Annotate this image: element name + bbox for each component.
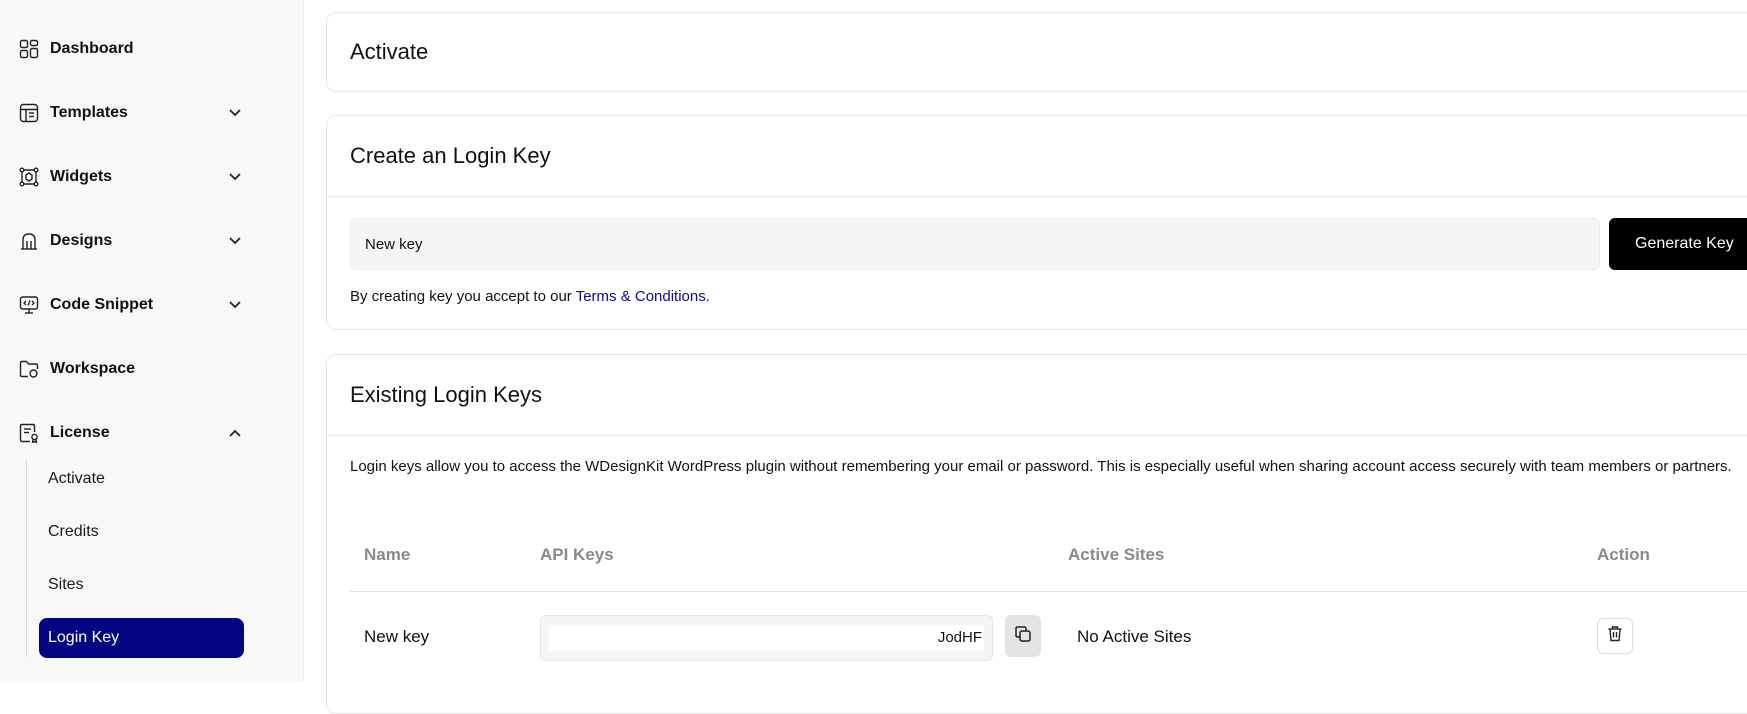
sidebar-subitem-sites[interactable]: Sites (39, 565, 244, 605)
submenu-guide-line (26, 459, 27, 657)
chevron-up-icon (228, 426, 242, 440)
delete-key-button[interactable] (1597, 618, 1633, 654)
chevron-down-icon (228, 234, 242, 248)
terms-text: By creating key you accept to our Terms … (350, 288, 710, 305)
widgets-icon (18, 166, 40, 188)
chevron-down-icon (228, 106, 242, 120)
sidebar-item-widgets[interactable]: Widgets (18, 161, 248, 193)
code-snippet-icon (18, 294, 40, 316)
sidebar-item-label: Code Snippet (50, 296, 154, 313)
sidebar-item-label: Designs (50, 232, 113, 249)
column-header-api-keys: API Keys (540, 545, 614, 564)
trash-icon (1607, 625, 1623, 647)
login-keys-description: Login keys allow you to access the WDesi… (350, 458, 1732, 475)
column-header-name: Name (364, 545, 411, 564)
sidebar-item-license[interactable]: License (18, 417, 248, 449)
sidebar-item-workspace[interactable]: Workspace (18, 353, 248, 385)
chevron-down-icon (228, 298, 242, 312)
generate-key-button[interactable]: Generate Key (1609, 218, 1747, 270)
terms-prefix: By creating key you accept to our (350, 288, 576, 305)
key-name-input[interactable] (350, 218, 1600, 270)
chevron-down-icon (228, 170, 242, 184)
workspace-icon (18, 358, 40, 380)
api-key-field: JodHF (540, 615, 993, 661)
key-name-cell: New key (364, 627, 430, 646)
existing-card-title: Existing Login Keys (350, 382, 542, 407)
sidebar-subitem-activate[interactable]: Activate (39, 459, 244, 499)
create-card-title: Create an Login Key (350, 143, 551, 168)
activate-card-title: Activate (350, 39, 429, 64)
sidebar-subitem-credits[interactable]: Credits (39, 512, 244, 552)
templates-icon (18, 102, 40, 124)
sidebar: Dashboard Templates Widgets Designs Code… (0, 0, 304, 682)
copy-icon (1014, 625, 1032, 648)
card-divider (327, 435, 1747, 436)
sidebar-item-designs[interactable]: Designs (18, 225, 248, 257)
terms-link[interactable]: Terms & Conditions. (576, 288, 710, 305)
api-key-value[interactable]: JodHF (549, 625, 984, 651)
sidebar-item-templates[interactable]: Templates (18, 97, 248, 129)
active-sites-cell: No Active Sites (1077, 627, 1192, 646)
license-icon (18, 422, 40, 444)
sidebar-item-label: Widgets (50, 168, 113, 185)
sidebar-subitem-login-key[interactable]: Login Key (39, 618, 244, 658)
existing-login-keys-card: Existing Login Keys Login keys allow you… (326, 354, 1747, 714)
activate-card: Activate (326, 12, 1747, 92)
column-header-active-sites: Active Sites (1068, 545, 1165, 564)
sidebar-item-label: Templates (50, 104, 128, 121)
card-divider (327, 196, 1747, 197)
dashboard-icon (18, 38, 40, 60)
table-header-divider (350, 591, 1747, 592)
sidebar-item-label: Workspace (50, 360, 136, 377)
sidebar-item-label: Dashboard (50, 40, 134, 57)
designs-icon (18, 230, 40, 252)
create-login-key-card: Create an Login Key Generate Key By crea… (326, 115, 1747, 330)
sidebar-item-label: License (50, 424, 110, 441)
sidebar-item-dashboard[interactable]: Dashboard (18, 33, 248, 65)
sidebar-item-code-snippet[interactable]: Code Snippet (18, 289, 248, 321)
column-header-action: Action (1597, 545, 1650, 564)
copy-button[interactable] (1005, 615, 1041, 657)
